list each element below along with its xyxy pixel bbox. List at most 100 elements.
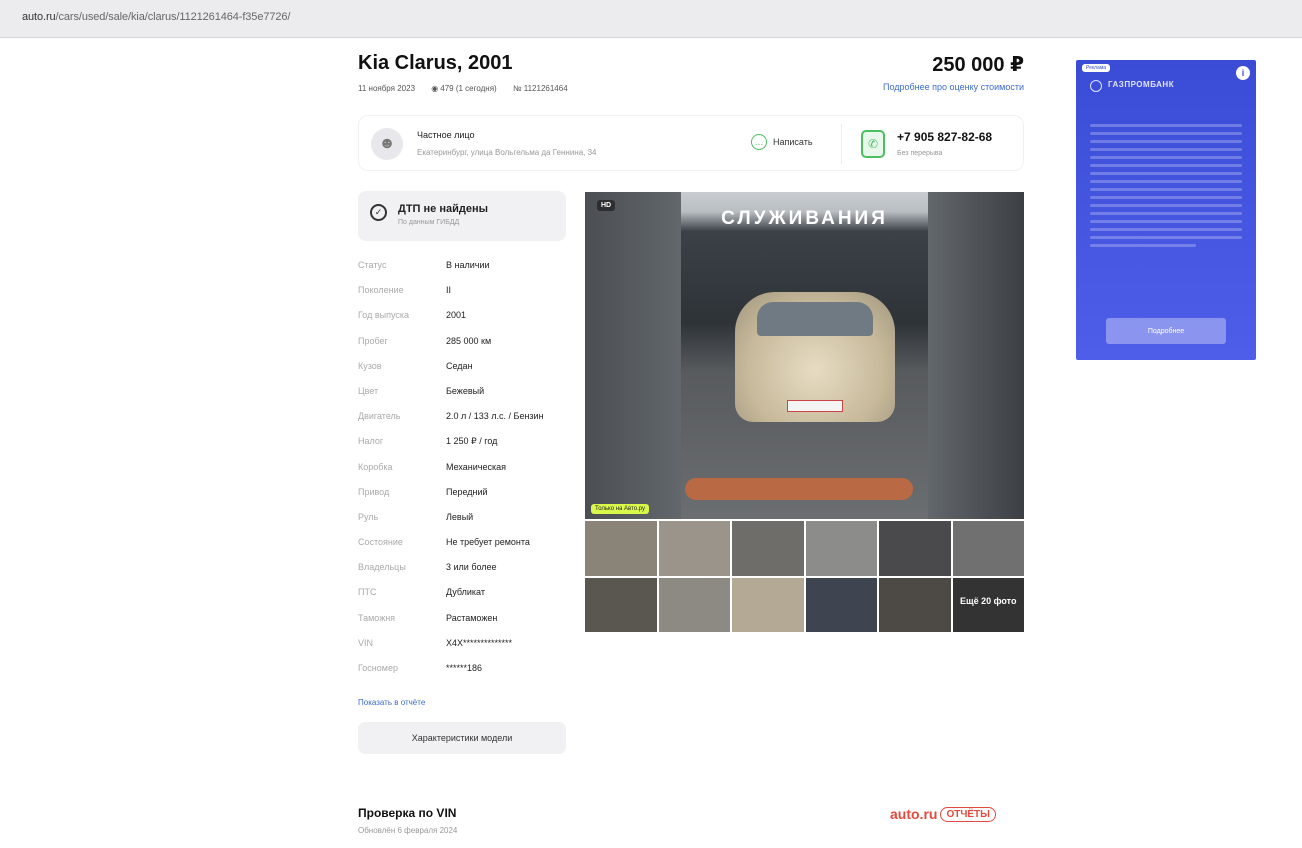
views-count: ◉ 479 (1 сегодня) — [431, 84, 497, 93]
spec-key: Статус — [358, 260, 387, 270]
spec-row: Руль Левый — [358, 512, 578, 537]
spec-key: Кузов — [358, 360, 382, 371]
spec-value: Бежевый — [446, 385, 485, 396]
phone-number[interactable]: +7 905 827-82-68 — [897, 130, 992, 144]
accident-subtitle: По данным ГИБДД — [398, 219, 460, 226]
seller-type: Частное лицо — [417, 130, 475, 140]
browser-address-bar[interactable]: auto.ru/cars/used/sale/kia/clarus/112126… — [0, 0, 1302, 38]
spec-row: Госномер ******186 — [358, 663, 578, 688]
thumbnail[interactable] — [805, 521, 877, 576]
spec-key: Двигатель — [358, 411, 401, 422]
model-specs-button[interactable]: Характеристики модели — [358, 722, 566, 754]
spec-key: Состояние — [358, 537, 403, 548]
spec-row: Владельцы 3 или более — [358, 562, 578, 587]
exclusive-tag: Только на Авто.ру — [591, 504, 650, 514]
spec-value: Передний — [446, 486, 488, 497]
thumbnail[interactable] — [732, 577, 804, 632]
accident-check-card[interactable]: ✓ ДТП не найдены По данным ГИБДД — [358, 191, 566, 241]
spec-value: X4X************** — [446, 637, 513, 648]
seller-card: ☻ Частное лицо Екатеринбург, улица Вольг… — [358, 115, 1024, 171]
spec-value: Седан — [446, 360, 473, 371]
vin-check-updated: Обновлён 6 февраля 2024 — [358, 826, 458, 835]
vin-check-title: Проверка по VIN — [358, 806, 457, 820]
spec-value: 2001 — [446, 310, 467, 321]
spec-value: Растаможен — [446, 612, 498, 623]
thumbnail[interactable] — [879, 577, 951, 632]
spec-value: В наличии — [446, 260, 490, 270]
thumbnail[interactable] — [658, 577, 730, 632]
spec-row: Коробка Механическая — [358, 462, 578, 487]
spec-key: Пробег — [358, 335, 388, 346]
logo-badge: ОТЧЁТЫ — [940, 806, 996, 822]
spec-row: Статус В наличии — [358, 260, 578, 285]
photo-blur-left — [585, 192, 681, 519]
phone-note: Без перерыва — [897, 150, 943, 157]
bank-logo-icon — [1090, 80, 1102, 92]
thumbnail[interactable] — [952, 521, 1024, 576]
phone-icon[interactable]: ✆ — [861, 130, 885, 158]
spec-key: Поколение — [358, 285, 404, 296]
ad-banner[interactable]: Реклама i ГАЗПРОМБАНК Подробнее — [1076, 60, 1256, 360]
ad-text-block — [1090, 124, 1242, 252]
listing-price: 250 000 ₽ — [932, 54, 1024, 76]
price-estimate-link[interactable]: Подробнее про оценку стоимости — [883, 82, 1024, 92]
show-in-report-link[interactable]: Показать в отчёте — [358, 698, 425, 707]
spec-row: Поколение II — [358, 285, 578, 310]
spec-key: Владельцы — [358, 562, 406, 573]
spec-row: Таможня Растаможен — [358, 613, 578, 638]
more-photos-thumbnail[interactable]: Ещё 20 фото — [952, 577, 1024, 632]
ad-more-button[interactable]: Подробнее — [1106, 318, 1226, 344]
spec-key: Год выпуска — [358, 310, 409, 321]
thumbnail[interactable] — [585, 577, 657, 632]
url-text[interactable]: auto.ru/cars/used/sale/kia/clarus/112126… — [22, 11, 290, 23]
spec-key: Руль — [358, 511, 379, 522]
spec-value: Не требует ремонта — [446, 537, 530, 548]
spec-value: Механическая — [446, 461, 507, 472]
spec-row: Налог 1 250 ₽ / год — [358, 436, 578, 461]
spec-key: VIN — [358, 637, 374, 648]
listing-number: № 1121261464 — [512, 84, 568, 93]
spec-value: II — [446, 285, 452, 296]
photo-gallery[interactable]: СЛУЖИВАНИЯ HD Только на Авто.ру Ещё 20 ф… — [585, 192, 1024, 632]
bumper-bar — [685, 478, 913, 500]
write-label: Написать — [773, 137, 813, 147]
thumbnail[interactable] — [585, 521, 657, 576]
eye-icon: ◉ — [431, 84, 439, 93]
spec-value: 1 250 ₽ / год — [446, 436, 498, 447]
thumbnail[interactable] — [805, 577, 877, 632]
thumbnail[interactable] — [879, 521, 951, 576]
write-message-button[interactable]: … Написать — [751, 134, 813, 150]
thumbnail[interactable] — [658, 521, 730, 576]
spec-value: 285 000 км — [446, 335, 492, 346]
thumbnail[interactable] — [732, 521, 804, 576]
spec-row: Состояние Не требует ремонта — [358, 537, 578, 562]
logo-text: auto.ru — [890, 806, 938, 822]
main-photo[interactable]: СЛУЖИВАНИЯ HD Только на Авто.ру — [585, 192, 1024, 519]
spec-key: Привод — [358, 486, 390, 497]
car-plate — [787, 400, 843, 412]
info-icon[interactable]: i — [1236, 66, 1250, 80]
listing-meta: 11 ноября 2023 ◉ 479 (1 сегодня) № 112126… — [358, 84, 582, 93]
autoru-reports-logo: auto.ru ОТЧЁТЫ — [890, 806, 996, 822]
chat-icon: … — [751, 134, 767, 150]
more-photos-label: Ещё 20 фото — [960, 595, 1017, 606]
spec-value: 2.0 л / 133 л.с. / Бензин — [446, 411, 544, 422]
spec-key: Таможня — [358, 612, 396, 623]
spec-row: VIN X4X************** — [358, 638, 578, 663]
accident-title: ДТП не найдены — [398, 203, 488, 215]
spec-value: 3 или более — [446, 562, 497, 573]
seller-address[interactable]: Екатеринбург, улица Вольгельма да Геннин… — [417, 148, 597, 157]
spec-row: Пробег 285 000 км — [358, 336, 578, 361]
spec-row: Год выпуска 2001 — [358, 310, 578, 335]
car-image — [735, 292, 895, 422]
spec-row: Кузов Седан — [358, 361, 578, 386]
spec-row: Привод Передний — [358, 487, 578, 512]
spec-value: Левый — [446, 511, 474, 522]
spec-row: ПТС Дубликат — [358, 587, 578, 612]
spec-row: Цвет Бежевый — [358, 386, 578, 411]
avatar-icon: ☻ — [371, 128, 403, 160]
hd-badge: HD — [597, 200, 616, 211]
spec-key: Коробка — [358, 461, 393, 472]
thumbnail-grid: Ещё 20 фото — [585, 521, 1024, 632]
photo-blur-right — [928, 192, 1024, 519]
